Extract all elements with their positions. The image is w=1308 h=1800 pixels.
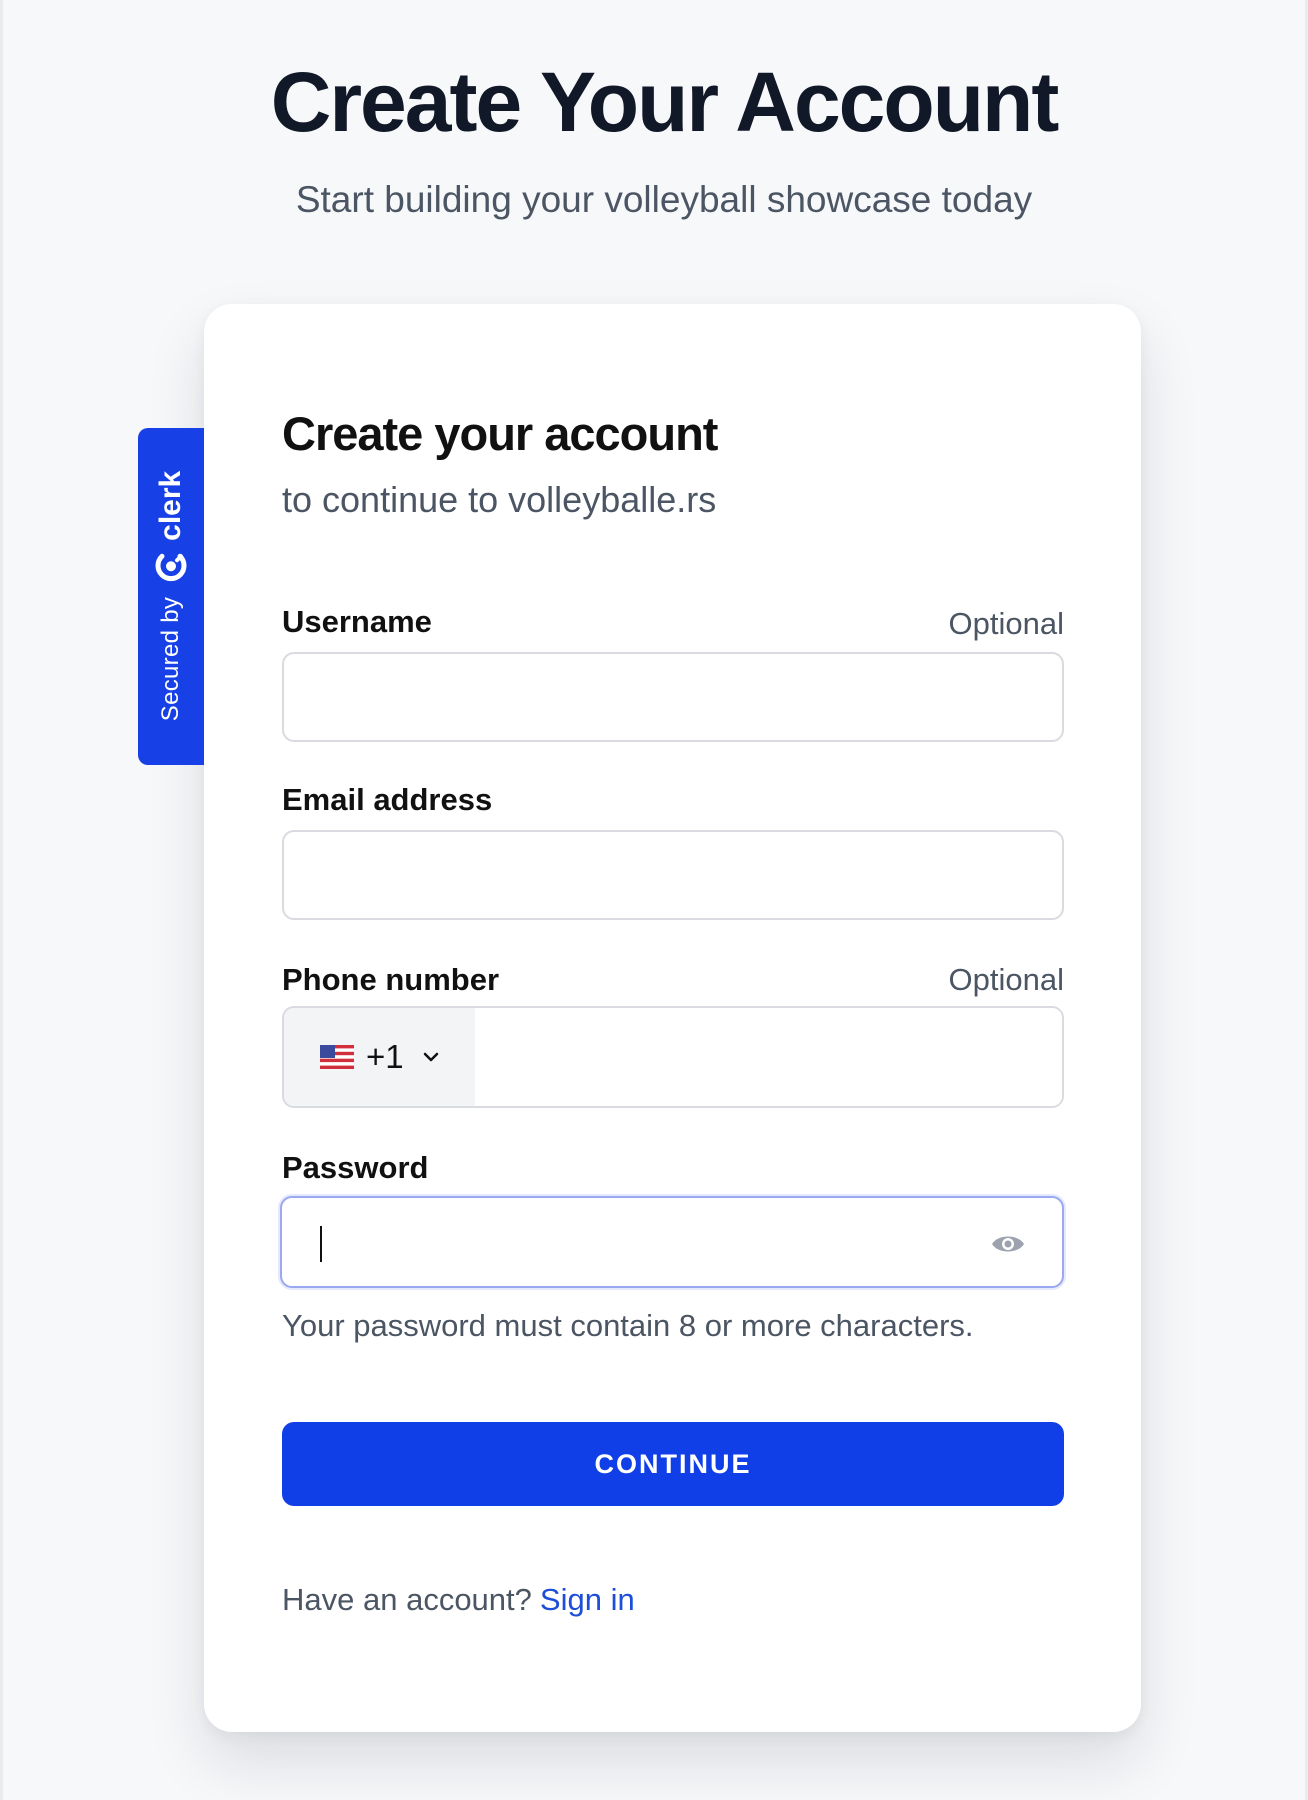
have-account-text: Have an account? <box>282 1582 532 1617</box>
card-title: Create your account <box>282 407 718 460</box>
username-label: Username <box>282 604 432 639</box>
eye-icon[interactable] <box>990 1228 1026 1260</box>
clerk-wordmark: clerk <box>154 470 187 541</box>
continue-button[interactable]: CONTINUE <box>282 1422 1064 1506</box>
clerk-logo: clerk <box>154 471 188 583</box>
phone-number-input[interactable] <box>475 1008 1062 1106</box>
secured-by-clerk-badge[interactable]: Secured by clerk <box>138 428 204 765</box>
secured-by-label: Secured by <box>157 596 184 722</box>
chevron-down-icon <box>423 1052 438 1062</box>
phone-label: Phone number <box>282 962 500 997</box>
username-optional: Optional <box>948 606 1064 641</box>
frame-edge-left <box>0 0 3 1800</box>
dial-code: +1 <box>366 1038 404 1075</box>
country-code-select[interactable]: +1 <box>284 1008 475 1106</box>
phone-field: +1 <box>282 1006 1064 1108</box>
phone-optional: Optional <box>948 962 1064 997</box>
password-hint: Your password must contain 8 or more cha… <box>282 1308 974 1343</box>
password-input[interactable] <box>280 1196 1064 1288</box>
password-label: Password <box>282 1150 429 1185</box>
card-subtitle: to continue to volleyballe.rs <box>282 479 717 520</box>
text-caret <box>320 1226 322 1262</box>
us-flag-icon <box>320 1045 354 1069</box>
page-title: Create Your Account <box>270 55 1060 149</box>
email-input[interactable] <box>282 830 1064 920</box>
page-subtitle: Start building your volleyball showcase … <box>295 179 1033 220</box>
username-input[interactable] <box>282 652 1064 742</box>
email-label: Email address <box>282 782 493 817</box>
sign-in-prompt: Have an account? Sign in <box>282 1580 635 1620</box>
clerk-logo-icon <box>155 553 187 581</box>
sign-in-link[interactable]: Sign in <box>540 1582 635 1617</box>
